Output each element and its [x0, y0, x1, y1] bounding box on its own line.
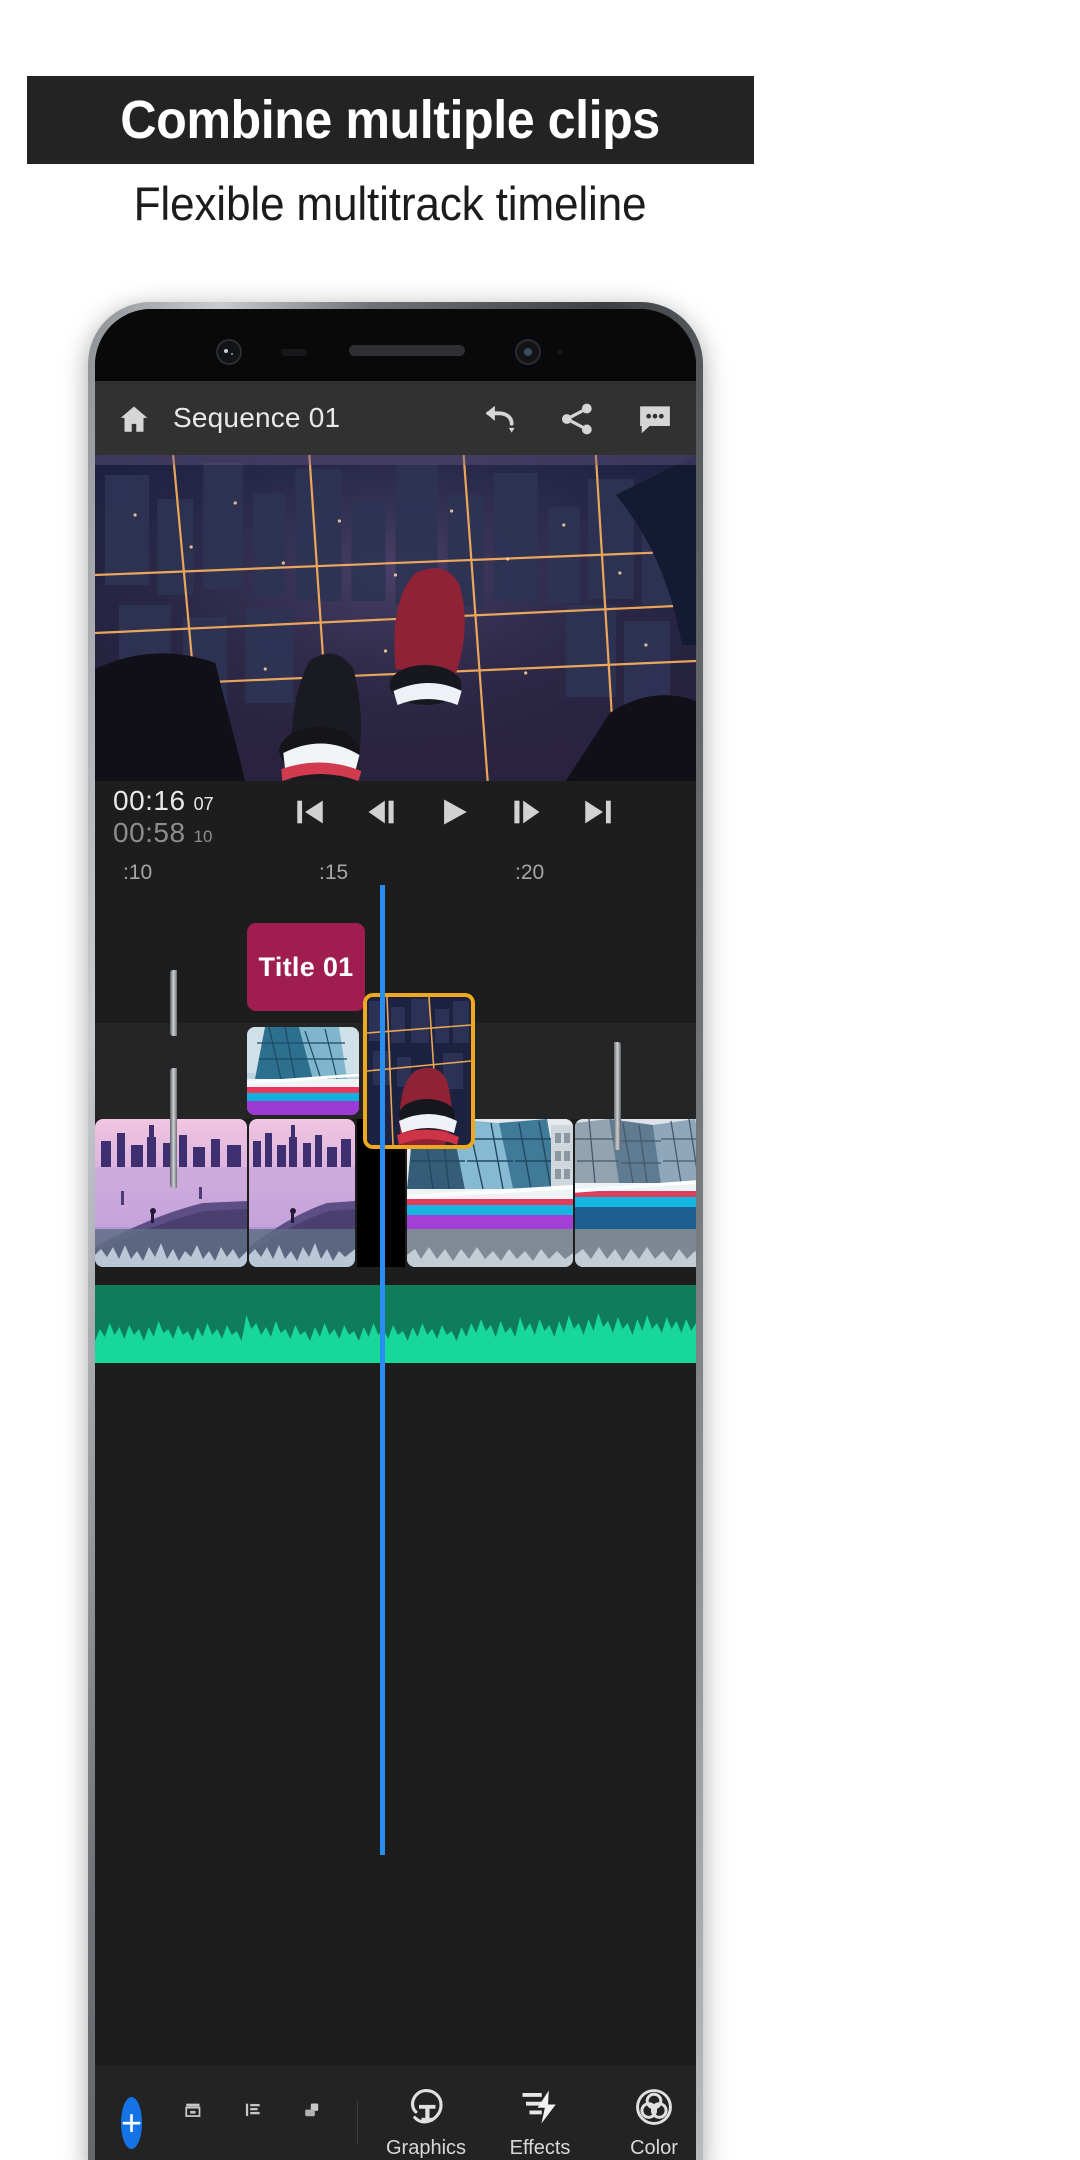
timeline-ruler[interactable]: :10 :15 :20 [95, 857, 696, 895]
track-audio-1[interactable] [95, 1285, 696, 1363]
skip-back-icon[interactable] [293, 795, 327, 829]
clip-title-01[interactable]: Title 01 [247, 923, 365, 1011]
add-button-label: + [121, 2101, 143, 2143]
tab-graphics-label: Graphics [385, 2137, 467, 2159]
timecode-display: 00:16 07 00:58 10 [113, 785, 214, 849]
ruler-tick: :15 [319, 861, 349, 884]
duration-time: 00:58 [113, 817, 186, 848]
led-indicator-icon [557, 349, 563, 355]
tab-color[interactable]: Color [612, 2086, 696, 2160]
bottom-toolbar: + Graphics Effects Color [95, 2065, 696, 2160]
page-title: Combine multiple clips [120, 90, 661, 150]
phone-mockup: Sequence 01 00:16 07 00:58 10:10:15:2… [88, 302, 703, 2160]
proximity-sensor-icon [281, 349, 307, 356]
transport-buttons [293, 795, 615, 829]
current-time: 00:16 [113, 785, 186, 816]
phone-screen-frame: Sequence 01 00:16 07 00:58 10:10:15:2… [95, 309, 696, 2160]
bottom-tabs: Graphics Effects Color [384, 2086, 696, 2160]
tab-color-label: Color [630, 2137, 678, 2159]
volume-up-button[interactable] [170, 970, 177, 1036]
frame-forward-icon[interactable] [509, 795, 543, 829]
clip-architecture-teal[interactable] [247, 1027, 359, 1115]
duration-frames: 10 [193, 827, 213, 846]
phone-top-bezel [95, 309, 696, 381]
frame-back-icon[interactable] [365, 795, 399, 829]
effects-bolt-icon [519, 2086, 561, 2128]
skip-forward-icon[interactable] [581, 795, 615, 829]
video-editor-app: Sequence 01 00:16 07 00:58 10:10:15:2… [95, 381, 696, 2160]
undo-icon[interactable] [480, 400, 518, 436]
tab-graphics[interactable]: Graphics [384, 2086, 468, 2160]
timeline-tracks[interactable]: Title 01 [95, 895, 696, 1855]
play-icon[interactable] [437, 795, 471, 829]
duration-timecode: 00:58 10 [113, 817, 214, 849]
playhead-head[interactable] [380, 885, 385, 895]
secondary-camera-icon [515, 339, 541, 365]
page-subtitle: Flexible multitrack timeline [133, 177, 647, 230]
playhead-line[interactable] [380, 895, 385, 1855]
clip-museum[interactable] [575, 1119, 696, 1267]
headline-banner: Combine multiple clips [27, 76, 754, 164]
app-header-bar: Sequence 01 [95, 381, 696, 455]
toolbar-divider [357, 2101, 358, 2145]
front-camera-icon [216, 339, 242, 365]
tab-effects[interactable]: Effects [498, 2086, 582, 2160]
volume-down-button[interactable] [170, 1068, 177, 1188]
add-button[interactable]: + [121, 2097, 143, 2149]
crop-icon[interactable] [184, 2101, 202, 2145]
ruler-tick: :20 [515, 861, 545, 884]
earpiece-speaker-icon [349, 345, 465, 356]
tab-effects-label: Effects [509, 2137, 571, 2159]
align-left-icon[interactable] [244, 2101, 262, 2145]
current-frames: 07 [193, 794, 214, 814]
home-icon[interactable] [117, 402, 151, 434]
transport-bar: 00:16 07 00:58 10 [95, 781, 696, 857]
color-wheel-icon [633, 2086, 675, 2128]
layers-icon[interactable] [303, 2101, 321, 2145]
clip-title-label: Title 01 [258, 951, 354, 982]
share-icon[interactable] [558, 400, 596, 436]
current-timecode: 00:16 07 [113, 785, 214, 817]
power-button[interactable] [614, 1042, 621, 1150]
track-video-2[interactable] [95, 997, 696, 1145]
clip-lake-skyline-b[interactable] [249, 1119, 355, 1267]
promo-page: Combine multiple clips Flexible multitra… [0, 0, 1080, 2160]
ruler-tick: :10 [123, 861, 153, 884]
video-preview[interactable] [95, 455, 696, 781]
sequence-title: Sequence 01 [173, 402, 341, 433]
comment-icon[interactable] [636, 400, 674, 436]
graphics-title-icon [405, 2086, 447, 2128]
